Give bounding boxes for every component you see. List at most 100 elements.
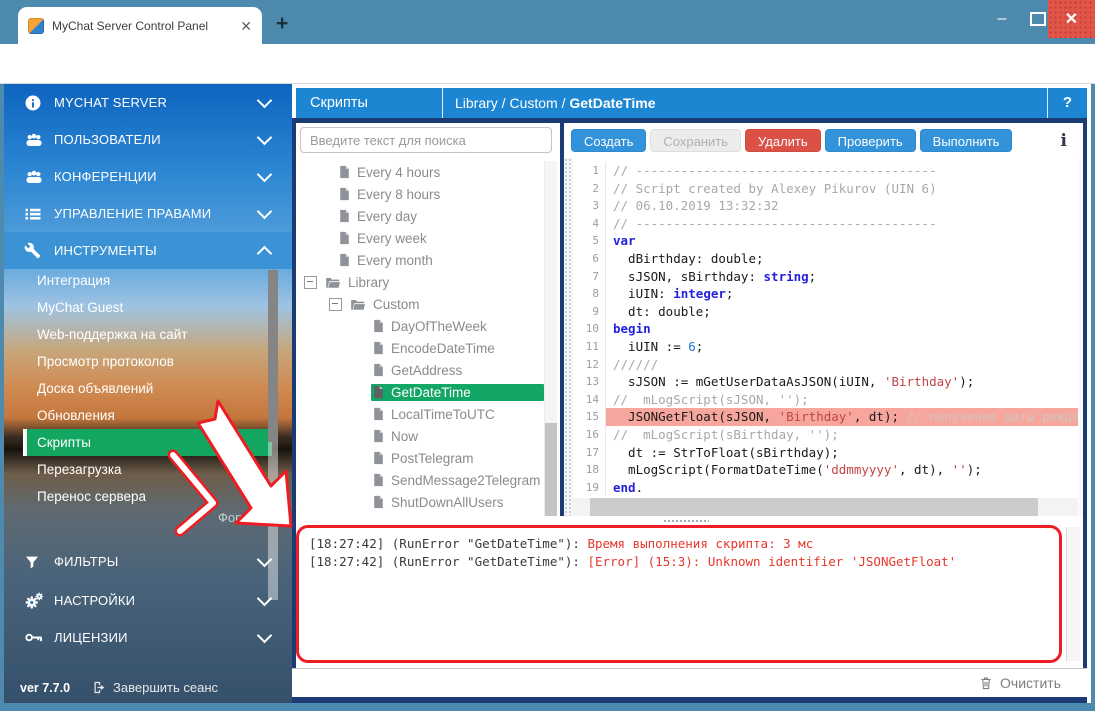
удалить-button[interactable]: Удалить <box>745 129 821 152</box>
logout-button[interactable]: Завершить сеанс <box>92 680 218 695</box>
code-text: dBirthday: double; <box>606 250 1083 268</box>
code-token: . <box>636 480 644 495</box>
log-scrollbar-track[interactable] <box>1066 527 1080 661</box>
chevron-down-icon <box>257 552 273 568</box>
tree-item-getdatetime[interactable]: GetDateTime <box>296 381 544 403</box>
tree-item-now[interactable]: Now <box>296 425 544 447</box>
line-number: 2 <box>573 180 606 198</box>
tree-item-shutdownallusers[interactable]: ShutDownAllUsers <box>296 491 544 513</box>
tree-item-getaddress[interactable]: GetAddress <box>296 359 544 381</box>
wrench-icon <box>24 242 54 259</box>
forum-link[interactable]: Форум <box>218 510 279 525</box>
submenu-item-обновления[interactable]: Обновления <box>4 402 292 429</box>
submenu-item-просмотр-протоколов[interactable]: Просмотр протоколов <box>4 348 292 375</box>
tree-item-label: PostTelegram <box>391 451 474 466</box>
chevron-down-icon <box>257 591 273 607</box>
clear-log-button[interactable]: Очистить <box>979 675 1061 691</box>
code-token: string <box>764 269 809 284</box>
log-error-text: Время выполнения скрипта: 3 мс <box>587 536 813 551</box>
tree-item-posttelegram[interactable]: PostTelegram <box>296 447 544 469</box>
tree-scrollbar-thumb[interactable] <box>545 423 557 516</box>
panel-resize-grip-vertical[interactable] <box>564 158 573 516</box>
sidebar-item-mychat-server[interactable]: MYCHAT SERVER <box>4 84 292 121</box>
sidebar-item-лицензии[interactable]: ЛИЦЕНЗИИ <box>4 619 292 656</box>
sidebar-item-конференции[interactable]: КОНФЕРЕНЦИИ <box>4 158 292 195</box>
code-token: iUIN: <box>613 286 673 301</box>
tree-item-every-month[interactable]: Every month <box>296 249 544 271</box>
editor-hscrollbar-thumb[interactable] <box>590 498 1038 516</box>
tree-item-label: Custom <box>373 297 420 312</box>
submenu-item-интеграция[interactable]: Интеграция <box>4 267 292 294</box>
tree-item-label: DayOfTheWeek <box>391 319 487 334</box>
page-header: Скрипты Library / Custom / GetDateTime ? <box>296 88 1087 118</box>
tree-item-label: Now <box>391 429 418 444</box>
sidebar-item-настройки[interactable]: НАСТРОЙКИ <box>4 582 292 619</box>
splitter-grip-icon[interactable] <box>663 519 709 524</box>
code-text: dt: double; <box>606 303 1083 321</box>
tree-item-every-day[interactable]: Every day <box>296 205 544 227</box>
sidebar-item-управление-правами[interactable]: УПРАВЛЕНИЕ ПРАВАМИ <box>4 195 292 232</box>
создать-button[interactable]: Создать <box>571 129 646 152</box>
выполнить-button[interactable]: Выполнить <box>920 129 1013 152</box>
submenu-item-mychat-guest[interactable]: MyChat Guest <box>4 294 292 321</box>
scripts-tree: Every 4 hoursEvery 8 hoursEvery dayEvery… <box>296 161 544 513</box>
tree-item-encodedatetime[interactable]: EncodeDateTime <box>296 337 544 359</box>
submenu-item-label: Перенос сервера <box>37 489 146 504</box>
sidebar-item-фильтры[interactable]: ФИЛЬТРЫ <box>4 543 292 580</box>
tree-item-custom[interactable]: Custom <box>296 293 544 315</box>
tree-item-library[interactable]: Library <box>296 271 544 293</box>
code-token: ); <box>959 374 974 389</box>
info-icon[interactable]: i <box>1061 131 1067 151</box>
code-token: mLogScript(FormatDateTime( <box>613 462 824 477</box>
window-minimize-button[interactable]: – <box>987 0 1017 38</box>
sidebar-item-инструменты[interactable]: ИНСТРУМЕНТЫ <box>4 232 292 269</box>
log-output[interactable]: [18:27:42] (RunError "GetDateTime"): Вре… <box>296 525 1062 663</box>
code-token: 'Birthday' <box>779 409 854 424</box>
filter-icon <box>24 554 54 570</box>
code-line: 18 mLogScript(FormatDateTime('ddmmyyyy',… <box>573 461 1083 479</box>
search-input[interactable] <box>300 127 552 153</box>
tree-item-inner: LocalTimeToUTC <box>371 406 501 423</box>
code-token: ////// <box>613 357 658 372</box>
scripts-tree-panel: Every 4 hoursEvery 8 hoursEvery dayEvery… <box>296 123 560 516</box>
tab-close-icon[interactable]: ✕ <box>240 19 252 33</box>
file-icon <box>373 385 384 399</box>
tree-item-dayoftheweek[interactable]: DayOfTheWeek <box>296 315 544 337</box>
file-icon <box>339 253 350 267</box>
chevron-down-icon <box>257 93 273 109</box>
tree-item-label: SendMessage2Telegram <box>391 473 540 488</box>
file-icon <box>339 187 350 201</box>
submenu-item-доска-объявлений[interactable]: Доска объявлений <box>4 375 292 402</box>
submenu-item-перенос-сервера[interactable]: Перенос сервера <box>4 483 292 510</box>
collapse-box-icon[interactable] <box>304 276 317 289</box>
line-number: 1 <box>573 162 606 180</box>
tree-item-sendmessage2telegram[interactable]: SendMessage2Telegram <box>296 469 544 491</box>
trash-icon <box>979 675 993 691</box>
help-button[interactable]: ? <box>1047 88 1087 118</box>
line-number: 5 <box>573 232 606 250</box>
line-number: 9 <box>573 303 606 321</box>
tree-item-inner: Custom <box>348 296 426 313</box>
code-line: 11 iUIN := 6; <box>573 338 1083 356</box>
submenu-item-скрипты[interactable]: Скрипты <box>23 429 272 456</box>
tree-item-localtimetoutc[interactable]: LocalTimeToUTC <box>296 403 544 425</box>
new-tab-button[interactable]: + <box>276 12 288 36</box>
sidebar-item-пользователи[interactable]: ПОЛЬЗОВАТЕЛИ <box>4 121 292 158</box>
collapse-box-icon[interactable] <box>329 298 342 311</box>
tree-item-every-4-hours[interactable]: Every 4 hours <box>296 161 544 183</box>
line-number: 3 <box>573 197 606 215</box>
tree-item-every-week[interactable]: Every week <box>296 227 544 249</box>
code-token: 'Birthday' <box>884 374 959 389</box>
browser-tab[interactable]: MyChat Server Control Panel ✕ <box>18 7 262 44</box>
submenu-item-web-поддержка-на-сайт[interactable]: Web-поддержка на сайт <box>4 321 292 348</box>
tree-item-every-8-hours[interactable]: Every 8 hours <box>296 183 544 205</box>
submenu-item-перезагрузка[interactable]: Перезагрузка <box>4 456 292 483</box>
code-editor[interactable]: 1// ------------------------------------… <box>573 158 1083 498</box>
list-icon <box>24 206 54 222</box>
проверить-button[interactable]: Проверить <box>825 129 916 152</box>
tree-item-inner: EncodeDateTime <box>371 340 501 357</box>
code-text: var <box>606 232 1083 250</box>
window-close-button[interactable]: ✕ <box>1048 0 1095 38</box>
sidebar-scrollbar-thumb[interactable] <box>268 270 278 442</box>
editor-vscrollbar-track[interactable] <box>1078 158 1083 516</box>
